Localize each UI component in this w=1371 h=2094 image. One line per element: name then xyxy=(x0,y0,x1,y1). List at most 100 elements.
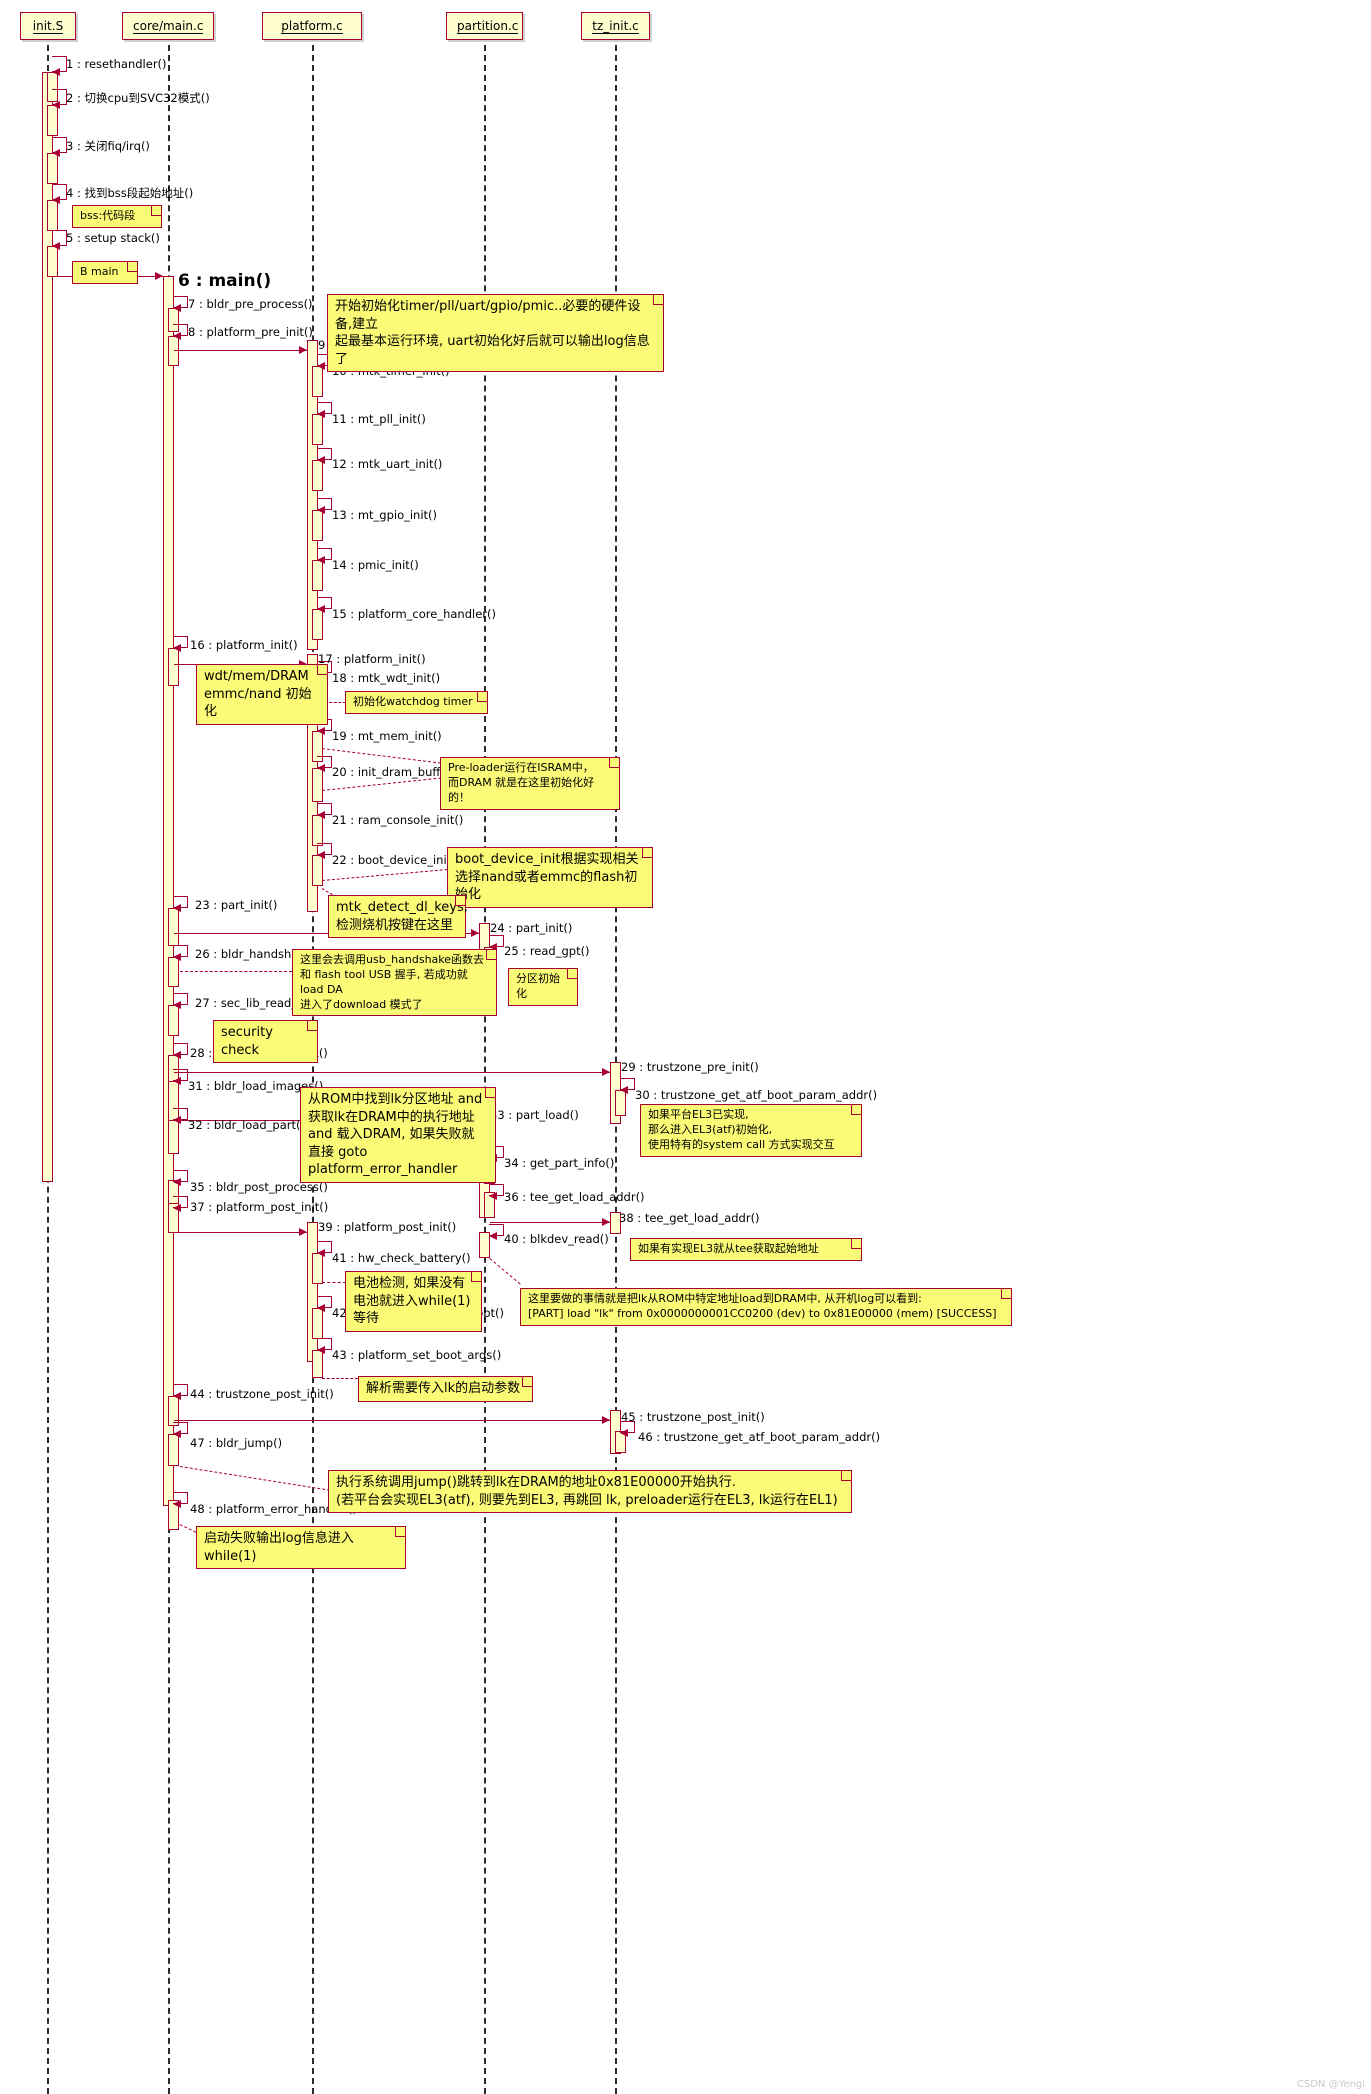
watermark: CSDN @Yengi xyxy=(1296,2079,1365,2090)
note-loadlk: 从ROM中找到lk分区地址 and 获取lk在DRAM中的执行地址 and 载入… xyxy=(300,1087,496,1183)
note-loadlk-line-2: 获取lk在DRAM中的执行地址 xyxy=(308,1109,475,1125)
message-label-15: 15 : platform_core_handler() xyxy=(332,607,496,621)
note-dlkeys-line-2: 检测烧机按键在这里 xyxy=(336,917,454,933)
note-fold-icon xyxy=(477,692,487,702)
arrow-23 xyxy=(173,904,181,912)
participant-label-partition: partition.c xyxy=(457,19,519,34)
note-wdttimer: 初始化watchdog timer xyxy=(345,691,488,714)
note-wdtmem-line-2: emmc/nand 初始化 xyxy=(204,686,312,720)
note-loadlk-line-4: 直接 goto platform_error_handler xyxy=(308,1144,458,1178)
message-label-5: 5 : setup stack() xyxy=(66,231,160,245)
message-label-30: 30 : trustzone_get_atf_boot_param_addr() xyxy=(635,1088,878,1102)
arrow-48 xyxy=(173,1500,181,1508)
arrow-8 xyxy=(173,332,181,340)
message-label-17: 17 : platform_init() xyxy=(318,652,426,666)
note-battery-line-1: 电池检测, 如果没有 xyxy=(353,1276,466,1291)
arrow-15 xyxy=(317,605,325,613)
arrow-14 xyxy=(317,556,325,564)
activation-platform-13 xyxy=(312,510,323,541)
message-label-18: 18 : mtk_wdt_init() xyxy=(332,671,441,685)
activation-platform-20 xyxy=(312,768,323,802)
arrow-36 xyxy=(489,1192,497,1200)
message-label-45: 45 : trustzone_post_init() xyxy=(621,1410,765,1424)
participant-partition[interactable]: partition.c xyxy=(446,12,523,40)
note-wdtmem: wdt/mem/DRAM emmc/nand 初始化 xyxy=(196,664,328,725)
arrow-11 xyxy=(317,410,325,418)
note-jump-line-1: 执行系统调用jump()跳转到lk在DRAM的地址0x81E00000开始执行. xyxy=(336,1475,736,1490)
participant-platform[interactable]: platform.c xyxy=(262,12,362,40)
arrow-4 xyxy=(52,196,60,204)
message-label-16: 16 : platform_init() xyxy=(190,638,298,652)
message-label-1: 1 : resethandler() xyxy=(66,57,167,71)
arrow-27 xyxy=(173,1001,181,1009)
message-label-32: 32 : bldr_load_part() xyxy=(188,1118,305,1132)
message-label-19: 19 : mt_mem_init() xyxy=(332,729,442,743)
note-fold-icon xyxy=(567,969,577,979)
note-bootargs: 解析需要传入lk的启动参数 xyxy=(358,1376,533,1402)
note-fold-icon xyxy=(486,950,496,960)
arrow-12 xyxy=(317,456,325,464)
participant-label-platform: platform.c xyxy=(281,19,343,34)
note-b-main: B main xyxy=(72,261,138,284)
activation-platform-22 xyxy=(312,855,323,886)
arrow-19 xyxy=(317,727,325,735)
note-jump-line-2: (若平台会实现EL3(atf), 则要先到EL3, 再跳回 lk, preloa… xyxy=(336,1492,838,1508)
note-fold-icon xyxy=(485,1088,495,1098)
arrow-45 xyxy=(602,1416,610,1424)
note-bmain-line-1: B main xyxy=(80,265,119,278)
note-fail-line-1: 启动失败输出log信息进入while(1) xyxy=(204,1531,354,1564)
arrow-7 xyxy=(173,304,181,312)
participant-tz[interactable]: tz_init.c xyxy=(581,12,650,40)
note-fold-icon xyxy=(127,262,137,272)
note-teeaddr-line-1: 如果有实现EL3就从tee获取起始地址 xyxy=(638,1242,819,1255)
participant-init[interactable]: init.S xyxy=(20,12,76,40)
activation-platform-41 xyxy=(312,1253,323,1284)
message-label-4: 4 : 找到bss段起始地址() xyxy=(66,186,194,200)
message-label-37: 37 : platform_post_init() xyxy=(190,1200,329,1214)
sequence-diagram-canvas: init.S core/main.c platform.c partition.… xyxy=(0,0,1371,2094)
activation-platform-21 xyxy=(312,815,323,846)
connector-isram-top xyxy=(321,748,442,764)
activation-platform-11 xyxy=(312,414,323,445)
note-isram-line-2: 而DRAM 就是在这里初始化好的！ xyxy=(448,775,595,804)
note-seccheck-line-1: security check xyxy=(221,1025,273,1058)
message-label-33: 33 : part_load() xyxy=(490,1108,579,1122)
message-45 xyxy=(174,1420,610,1421)
note-loadlog-line-1: 这里要做的事情就是把lk从ROM中特定地址load到DRAM中, 从开机log可… xyxy=(528,1292,922,1305)
activation-platform-43 xyxy=(312,1350,323,1378)
connector-bootdev xyxy=(322,869,448,881)
note-bootdev: boot_device_init根据实现相关 选择nand或者emmc的flas… xyxy=(447,847,653,908)
participant-main[interactable]: core/main.c xyxy=(122,12,214,40)
arrow-30 xyxy=(620,1086,628,1094)
activation-init-4 xyxy=(47,200,58,231)
activation-platform-14 xyxy=(312,560,323,591)
message-38 xyxy=(490,1222,610,1223)
note-bss: bss:代码段 xyxy=(72,205,162,228)
note-jump: 执行系统调用jump()跳转到lk在DRAM的地址0x81E00000开始执行.… xyxy=(328,1470,852,1514)
note-loadlk-line-3: and 载入DRAM, 如果失败就 xyxy=(308,1127,475,1143)
message-label-25: 25 : read_gpt() xyxy=(504,944,590,958)
activation-init-3 xyxy=(47,153,58,184)
arrow-38 xyxy=(602,1218,610,1226)
arrow-42 xyxy=(317,1304,325,1312)
message-label-14: 14 : pmic_init() xyxy=(332,558,419,572)
note-isram: Pre-loader运行在ISRAM中， 而DRAM 就是在这里初始化好的！ xyxy=(440,757,620,810)
message-label-6: 6 : main() xyxy=(178,271,272,291)
activation-init-5 xyxy=(47,246,58,277)
note-loadlog: 这里要做的事情就是把lk从ROM中特定地址load到DRAM中, 从开机log可… xyxy=(520,1288,1012,1326)
note-bootdev-line-1: boot_device_init根据实现相关 xyxy=(455,852,639,867)
note-handshake-line-2: 和 flash tool USB 握手, 若成功就 load DA xyxy=(300,967,468,996)
note-gpt-line-1: 分区初始化 xyxy=(516,972,560,1000)
activation-main-47 xyxy=(168,1434,179,1466)
arrow-2 xyxy=(52,101,60,109)
message-label-43: 43 : platform_set_boot_args() xyxy=(332,1348,502,1362)
message-label-13: 13 : mt_gpio_init() xyxy=(332,508,438,522)
activation-platform-15 xyxy=(312,609,323,640)
message-label-29: 29 : trustzone_pre_init() xyxy=(621,1060,759,1074)
arrow-28 xyxy=(173,1051,181,1059)
arrow-3 xyxy=(52,149,60,157)
message-label-47: 47 : bldr_jump() xyxy=(190,1436,283,1450)
note-handshake-line-3: 进入了download 模式了 xyxy=(300,997,423,1011)
message-label-41: 41 : hw_check_battery() xyxy=(332,1251,471,1265)
connector-battery xyxy=(322,1282,346,1283)
